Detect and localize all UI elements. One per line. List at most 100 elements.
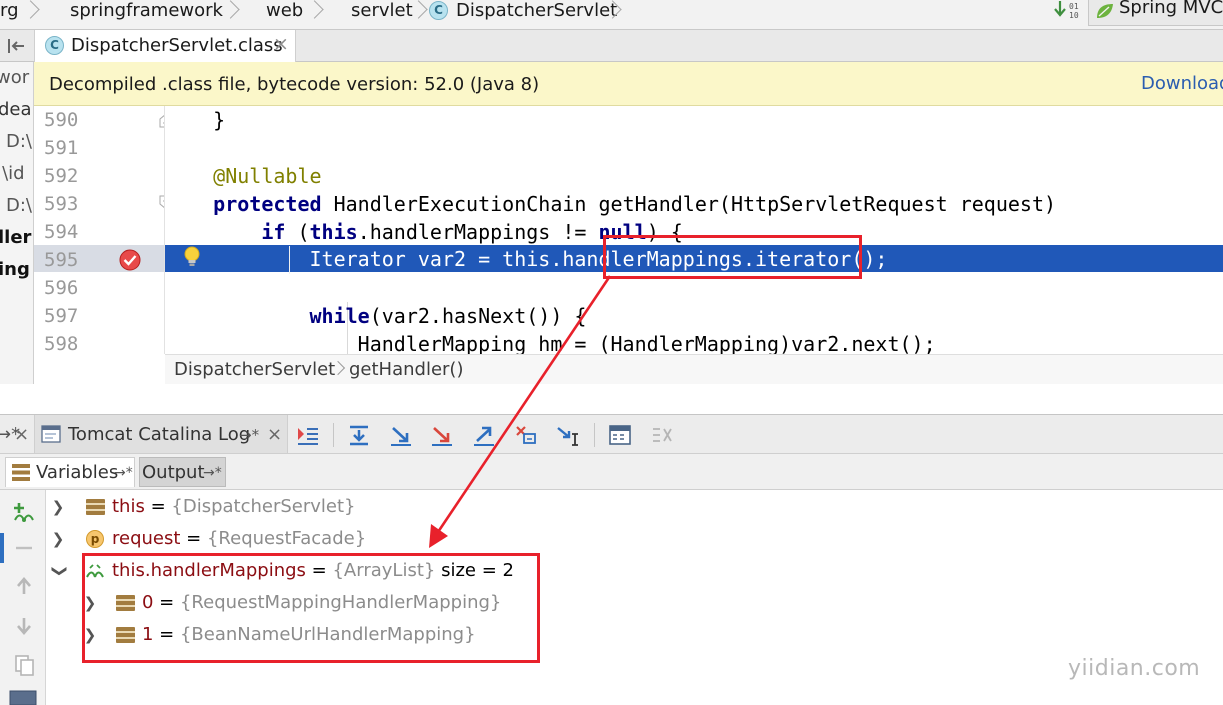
- show-execution-point-icon[interactable]: [296, 424, 320, 446]
- keyword-token: while: [309, 304, 370, 328]
- trace-current-stream-icon[interactable]: [650, 424, 674, 446]
- variable-equals: =: [180, 528, 207, 549]
- variables-icon: [12, 464, 30, 481]
- move-up-icon[interactable]: [14, 576, 34, 596]
- tab-label: Variables: [36, 462, 119, 483]
- svg-text:01: 01: [1069, 2, 1079, 11]
- project-tree-item[interactable]: ing: [0, 259, 30, 280]
- tab-label: Tomcat Catalina Log: [68, 424, 251, 445]
- parameter-icon: p: [86, 530, 104, 548]
- highlight-box-code: [603, 235, 862, 279]
- close-tab-icon[interactable]: ×: [14, 424, 29, 445]
- fold-icon[interactable]: [158, 195, 165, 211]
- editor-tab-strip: C DispatcherServlet.class ×: [0, 30, 1223, 62]
- tab-output[interactable]: Output →*: [139, 457, 226, 487]
- tab-label: DispatcherServlet.class: [71, 35, 283, 56]
- line-number: 598: [44, 333, 79, 354]
- expand-chevron-icon[interactable]: ❯: [50, 524, 66, 554]
- pin-tab-icon[interactable]: →*: [114, 465, 133, 481]
- breadcrumb-separator: [606, 0, 618, 24]
- banner-message: Decompiled .class file, bytecode version…: [49, 74, 540, 95]
- code-token: }: [165, 108, 226, 132]
- project-tree-item[interactable]: wor: [0, 67, 29, 88]
- line-number: 596: [44, 277, 79, 299]
- line-number: 597: [44, 305, 79, 327]
- breadcrumb-item-org[interactable]: rg: [0, 0, 19, 22]
- tab-tomcat-catalina-log[interactable]: Tomcat Catalina Log →* ×: [34, 415, 288, 453]
- breadcrumb-item-dispatcherservlet[interactable]: DispatcherServlet: [456, 0, 617, 22]
- project-tree-item[interactable]: dea: [0, 99, 32, 120]
- line-number: 594: [44, 221, 79, 243]
- sort-icon[interactable]: 01 10: [1052, 0, 1084, 22]
- settings-icon[interactable]: [8, 690, 38, 705]
- breadcrumb-item-web[interactable]: web: [266, 0, 303, 22]
- close-tab-icon[interactable]: ×: [267, 424, 282, 445]
- keyword-token: this: [309, 220, 358, 244]
- variable-name: this: [112, 496, 145, 517]
- tab-dispatcherservlet-class[interactable]: C DispatcherServlet.class ×: [34, 30, 296, 62]
- new-watch-icon[interactable]: [10, 498, 38, 524]
- pin-tab-icon[interactable]: →*: [239, 426, 259, 444]
- line-number: 590: [44, 109, 79, 131]
- spring-leaf-icon: [1097, 4, 1113, 18]
- keyword-token: protected: [213, 192, 322, 216]
- project-tree-item[interactable]: ller: [0, 227, 31, 248]
- variable-type: {RequestFacade}: [206, 528, 367, 549]
- breadcrumb-class[interactable]: DispatcherServlet: [174, 359, 335, 380]
- line-number-gutter[interactable]: 590 591 592 593 594 595 596 597 598: [34, 106, 165, 354]
- svg-text:10: 10: [1069, 11, 1079, 20]
- code-editor[interactable]: } @Nullable protected HandlerExecutionCh…: [165, 106, 1223, 354]
- highlight-box-variables: [82, 553, 540, 663]
- step-into-icon[interactable]: [389, 424, 413, 446]
- download-sources-link[interactable]: Download: [1141, 73, 1223, 94]
- variable-type: {DispatcherServlet}: [171, 496, 356, 517]
- code-line-592: @Nullable: [165, 162, 322, 190]
- expand-chevron-icon[interactable]: ❯: [50, 492, 66, 522]
- breadcrumb-item-servlet[interactable]: servlet: [351, 0, 413, 22]
- fold-icon[interactable]: [158, 112, 165, 128]
- navigation-breadcrumb: rg springframework web servlet C Dispatc…: [0, 0, 1223, 30]
- collapse-chevron-icon[interactable]: ❯: [45, 563, 75, 579]
- remove-watch-icon[interactable]: [14, 540, 34, 556]
- class-icon: C: [429, 1, 448, 20]
- tab-variables[interactable]: Variables →*: [5, 457, 135, 487]
- project-tree-item[interactable]: :\id: [0, 163, 25, 184]
- tab-label: Output: [142, 462, 205, 483]
- breadcrumb-separator: [308, 0, 320, 24]
- code-token: (: [285, 220, 310, 244]
- breadcrumb-item-springframework[interactable]: springframework: [70, 0, 223, 22]
- line-number: 593: [44, 193, 79, 215]
- variable-equals: =: [144, 496, 172, 517]
- project-tree-item[interactable]: D:\: [6, 131, 32, 152]
- annotation-token: @Nullable: [213, 164, 322, 188]
- step-over-icon[interactable]: [347, 424, 371, 446]
- run-configuration-selector[interactable]: Spring MVC: [1088, 0, 1223, 26]
- field-icon: [86, 499, 105, 515]
- move-down-icon[interactable]: [14, 616, 34, 636]
- duplicate-watch-icon[interactable]: [14, 654, 36, 676]
- variables-side-toolbar: [0, 490, 46, 705]
- line-number: 591: [44, 137, 79, 159]
- code-line-590: }: [165, 106, 225, 134]
- line-number: 592: [44, 165, 79, 187]
- breadcrumb-separator: [224, 0, 236, 24]
- breakpoint-icon[interactable]: [118, 248, 142, 272]
- code-token: .handlerMappings !=: [357, 220, 599, 244]
- class-file-icon: C: [45, 36, 64, 55]
- close-tab-icon[interactable]: ×: [273, 33, 289, 55]
- variable-name: request: [112, 528, 181, 549]
- project-panel: wor dea D:\ :\id D:\ ller ing: [0, 62, 34, 384]
- breadcrumb-separator: [24, 0, 36, 24]
- project-tree-item[interactable]: D:\: [6, 195, 32, 216]
- keyword-token: if: [261, 220, 286, 244]
- watermark: yiidian.com: [1068, 656, 1201, 681]
- collapse-panel-icon[interactable]: [6, 37, 26, 55]
- annotation-arrow: [429, 275, 612, 548]
- pin-tab-icon[interactable]: →*: [203, 465, 222, 481]
- line-number: 595: [44, 249, 79, 271]
- decompiled-banner: Decompiled .class file, bytecode version…: [34, 62, 1223, 106]
- code-line-593: protected HandlerExecutionChain getHandl…: [165, 190, 1056, 218]
